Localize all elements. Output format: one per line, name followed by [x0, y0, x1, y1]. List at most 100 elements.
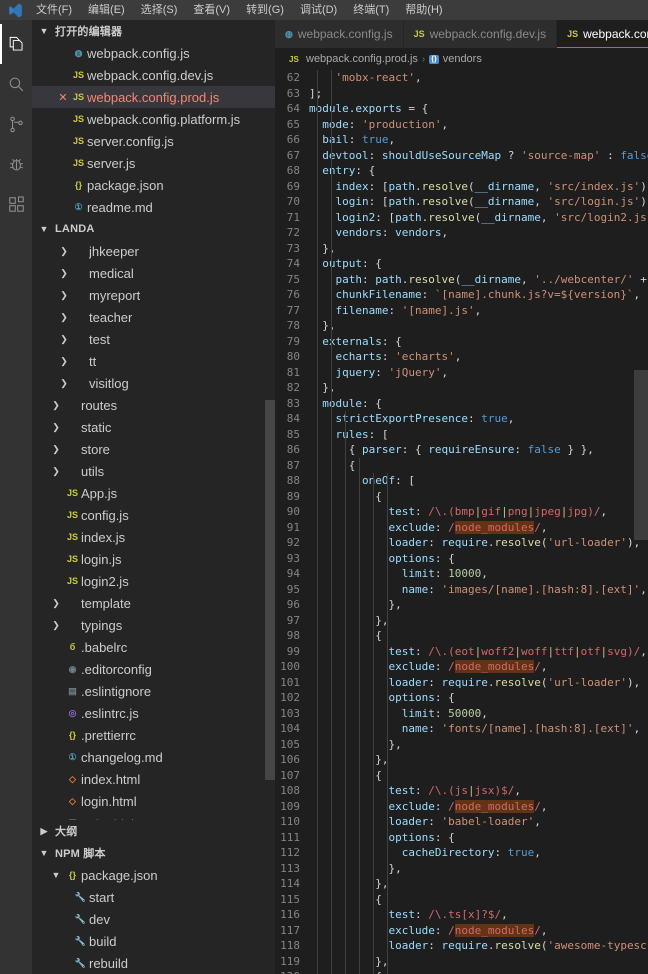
file-tree-item[interactable]: JS config.js — [32, 504, 275, 526]
menu-item-6[interactable]: 终端(T) — [345, 0, 397, 20]
menu-item-3[interactable]: 查看(V) — [185, 0, 238, 20]
file-tree-item[interactable]: ❯ static — [32, 416, 275, 438]
file-tree-item[interactable]: ◇ index.html — [32, 768, 275, 790]
file-tree-item[interactable]: ❯ jhkeeper — [32, 240, 275, 262]
editor-scrollbar-thumb[interactable] — [634, 370, 648, 540]
code-line[interactable]: module: { — [309, 396, 648, 412]
code-line[interactable]: 'mobx-react', — [309, 70, 648, 86]
file-tree-item[interactable]: ❯ store — [32, 438, 275, 460]
file-tree-item[interactable]: JS index.js — [32, 526, 275, 548]
file-tree-item[interactable]: ❯ tt — [32, 350, 275, 372]
code-line[interactable]: }, — [309, 318, 648, 334]
editor-scrollbar[interactable] — [634, 70, 648, 974]
outline-header[interactable]: ▶ 大纲 — [32, 820, 275, 842]
file-tree-item[interactable]: ❯ medical — [32, 262, 275, 284]
code-line[interactable]: mode: 'production', — [309, 117, 648, 133]
file-tree[interactable]: ❯ jhkeeper ❯ medical ❯ myreport ❯ teacher ❯ test ❯… — [32, 240, 275, 820]
file-tree-item[interactable]: JS App.js — [32, 482, 275, 504]
menu-item-1[interactable]: 编辑(E) — [80, 0, 133, 20]
debug-icon[interactable] — [0, 144, 32, 184]
file-tree-item[interactable]: ❯ test — [32, 328, 275, 350]
open-editor-item[interactable]: JS server.config.js — [32, 130, 275, 152]
file-tree-item[interactable]: JS login.js — [32, 548, 275, 570]
code-line[interactable]: devtool: shouldUseSourceMap ? 'source-ma… — [309, 148, 648, 164]
editor-tab-0[interactable]: ◍ webpack.config.js — [275, 20, 404, 48]
code-editor[interactable]: 62 63 64 65 66 67 68 69 70 71 72 73 74 75 76 77 78 79 80 81… — [275, 70, 648, 974]
project-header[interactable]: ▼ LANDA — [32, 218, 275, 240]
open-editor-item[interactable]: ◍ webpack.config.js — [32, 42, 275, 64]
code-line[interactable]: login: [path.resolve(__dirname, 'src/log… — [309, 194, 648, 210]
code-line[interactable]: }, — [309, 241, 648, 257]
sidebar-scrollbar[interactable] — [265, 400, 275, 780]
code-line[interactable]: { parser: { requireEnsure: false } }, — [309, 442, 648, 458]
file-tree-item[interactable]: ❯ utils — [32, 460, 275, 482]
npm-script-item[interactable]: ▼ {} package.json — [32, 864, 275, 886]
file-tree-item[interactable]: б .babelrc — [32, 636, 275, 658]
file-tree-item[interactable]: ① changelog.md — [32, 746, 275, 768]
menu-item-2[interactable]: 选择(S) — [133, 0, 186, 20]
npm-script-item[interactable]: 🔧 build — [32, 930, 275, 952]
code-line[interactable]: bail: true, — [309, 132, 648, 148]
code-line[interactable]: ]; — [309, 86, 648, 102]
editor-tab-1[interactable]: JS webpack.config.dev.js — [403, 20, 558, 48]
menu-item-0[interactable]: 文件(F) — [28, 0, 80, 20]
file-tree-item[interactable]: ◉ .editorconfig — [32, 658, 275, 680]
script-file-icon: 🔧 — [74, 891, 87, 902]
source-control-icon[interactable] — [0, 104, 32, 144]
file-tree-item[interactable]: ❯ visitlog — [32, 372, 275, 394]
npm-scripts-header[interactable]: ▼ NPM 脚本 — [32, 842, 275, 864]
breadcrumb-file[interactable]: webpack.config.prod.js — [306, 53, 418, 65]
open-editor-item[interactable]: JS webpack.config.dev.js — [32, 64, 275, 86]
extensions-icon[interactable] — [0, 184, 32, 224]
open-editors-header[interactable]: ▼ 打开的编辑器 — [32, 20, 275, 42]
script-file-icon: 🔧 — [74, 957, 87, 968]
tree-item-label: server.js — [87, 155, 136, 171]
file-tree-item[interactable]: ❯ typings — [32, 614, 275, 636]
breadcrumb-symbol[interactable]: vendors — [443, 53, 482, 65]
open-editor-item[interactable]: ✕ JS webpack.config.prod.js — [32, 86, 275, 108]
file-tree-item[interactable]: ❯ routes — [32, 394, 275, 416]
code-line[interactable]: jquery: 'jQuery', — [309, 365, 648, 381]
code-line[interactable]: externals: { — [309, 334, 648, 350]
code-line[interactable]: chunkFilename: `[name].chunk.js?v=${vers… — [309, 287, 648, 303]
indent-guide — [373, 473, 374, 974]
code-line[interactable]: echarts: 'echarts', — [309, 349, 648, 365]
menu-item-4[interactable]: 转到(G) — [238, 0, 292, 20]
file-tree-item[interactable]: {} .prettierrc — [32, 724, 275, 746]
file-tree-item[interactable]: JS login2.js — [32, 570, 275, 592]
code-line[interactable]: rules: [ — [309, 427, 648, 443]
file-tree-item[interactable]: ❯ template — [32, 592, 275, 614]
file-tree-item[interactable]: ❯ myreport — [32, 284, 275, 306]
tree-item-label: output.txt — [81, 816, 134, 821]
error-close-icon[interactable]: ✕ — [56, 91, 70, 104]
file-tree-item[interactable]: ◇ login.html — [32, 790, 275, 812]
menu-item-7[interactable]: 帮助(H) — [397, 0, 450, 20]
open-editor-item[interactable]: {} package.json — [32, 174, 275, 196]
npm-script-item[interactable]: 🔧 dev — [32, 908, 275, 930]
file-tree-item[interactable]: ◎ .eslintrc.js — [32, 702, 275, 724]
tree-item-label: webpack.config.dev.js — [87, 67, 214, 83]
code-line[interactable]: vendors: vendors, — [309, 225, 648, 241]
open-editor-item[interactable]: ① readme.md — [32, 196, 275, 218]
open-editor-item[interactable]: JS webpack.config.platform.js — [32, 108, 275, 130]
code-line[interactable]: }, — [309, 380, 648, 396]
editor-tab-2[interactable]: JSwebpack.config.prod.js✕ — [557, 20, 648, 48]
code-line[interactable]: index: [path.resolve(__dirname, 'src/ind… — [309, 179, 648, 195]
code-line[interactable]: entry: { — [309, 163, 648, 179]
search-icon[interactable] — [0, 64, 32, 104]
npm-script-item[interactable]: 🔧 start — [32, 886, 275, 908]
open-editor-item[interactable]: JS server.js — [32, 152, 275, 174]
file-tree-item[interactable]: ▤ .eslintignore — [32, 680, 275, 702]
menu-item-5[interactable]: 调试(D) — [292, 0, 345, 20]
code-line[interactable]: filename: '[name].js', — [309, 303, 648, 319]
file-tree-item[interactable]: ❯ teacher — [32, 306, 275, 328]
explorer-icon[interactable] — [0, 24, 32, 64]
npm-script-item[interactable]: 🔧 rebuild — [32, 952, 275, 974]
code-line[interactable]: module.exports = { — [309, 101, 648, 117]
code-content[interactable]: 'mobx-react',]; module.exports = { mode: … — [309, 70, 648, 974]
code-line[interactable]: strictExportPresence: true, — [309, 411, 648, 427]
file-tree-item[interactable]: ☰output.txt — [32, 812, 275, 821]
code-line[interactable]: path: path.resolve(__dirname, '../webcen… — [309, 272, 648, 288]
code-line[interactable]: login2: [path.resolve(__dirname, 'src/lo… — [309, 210, 648, 226]
code-line[interactable]: output: { — [309, 256, 648, 272]
